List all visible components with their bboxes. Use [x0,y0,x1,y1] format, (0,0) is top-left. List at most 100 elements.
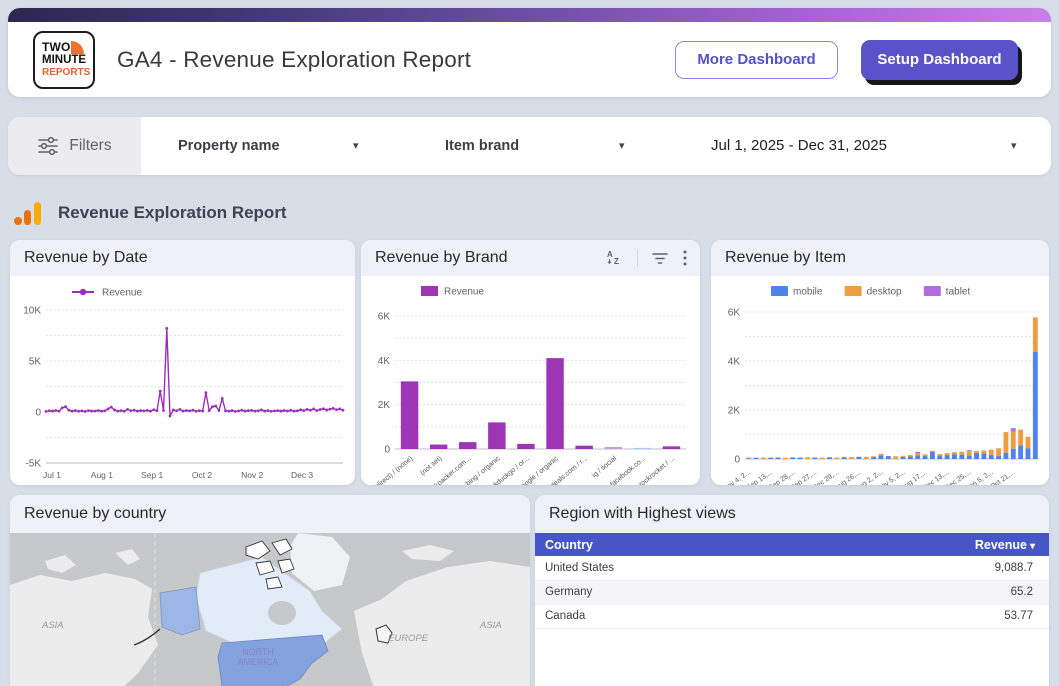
section-header: Revenue Exploration Report [14,196,287,230]
revenue-by-item-chart[interactable]: 0 2K 4K 6K Nov 4, 2...Sep 13,...Sep 28,...Se… [711,276,1049,485]
two-minute-reports-logo: TWO MINUTE REPORTS [33,31,95,89]
svg-text:Sep 27,...: Sep 27,... [790,469,819,485]
svg-text:Aug 26,...: Aug 26,... [834,469,863,485]
page-title: GA4 - Revenue Exploration Report [117,47,471,73]
country-cell: Germany [535,580,799,604]
svg-text:mobile: mobile [793,287,823,298]
map-label-asia-right: ASIA [479,620,502,631]
filters-chip[interactable]: Filters [8,117,141,175]
revenue-by-country-card: Revenue by country [10,495,530,686]
svg-text:Aug 1: Aug 1 [91,470,113,480]
svg-text:tablet: tablet [946,287,971,298]
header-gradient-strip [8,8,1051,22]
google-analytics-icon [14,202,41,225]
revenue-by-date-header: Revenue by Date [10,240,355,276]
revenue-by-country-header: Revenue by country [10,495,530,533]
revenue-by-brand-chart[interactable]: 02K4K6K(direct) / (none)(not set)backpac… [361,276,700,485]
svg-text:A: A [607,250,613,259]
svg-text:5K: 5K [29,357,42,368]
logo-text-reports: REPORTS [42,67,93,79]
svg-text:6K: 6K [728,308,741,319]
svg-text:Nov 2: Nov 2 [241,470,263,480]
svg-text:Dec 3: Dec 3 [291,470,313,480]
map-label-europe: EUROPE [388,633,429,644]
more-dashboard-button[interactable]: More Dashboard [675,41,838,79]
dashboard-page: TWO MINUTE REPORTS GA4 - Revenue Explora… [0,0,1059,686]
country-cell: United States [535,556,799,580]
svg-text:(not set): (not set) [419,455,443,477]
svg-text:Oct 21,...: Oct 21,... [989,469,1016,485]
svg-text:Dec 13,...: Dec 13,... [922,469,951,485]
svg-text:Nov 4, 2...: Nov 4, 2... [722,469,752,485]
svg-text:Sep 13,...: Sep 13,... [746,469,775,485]
column-header-revenue[interactable]: Revenue▾ [799,533,1049,556]
svg-text:4K: 4K [728,357,741,368]
svg-text:(direct) / (none): (direct) / (none) [373,455,414,485]
section-title: Revenue Exploration Report [58,203,287,223]
svg-text:Jul 1: Jul 1 [43,470,61,480]
table-row[interactable]: Canada 53.77 [535,604,1049,628]
svg-text:desktop: desktop [867,287,902,298]
revenue-by-item-card: Revenue by Item 0 2K 4K 6K Nov 4, 2...Sep 13… [711,240,1049,485]
map-label-north-america-2: AMERICA [237,657,278,667]
svg-text:Sep 1: Sep 1 [141,470,163,480]
app-header: TWO MINUTE REPORTS GA4 - Revenue Explora… [8,8,1051,97]
property-name-filter[interactable]: Property name [178,117,280,175]
region-highest-views-card: Region with Highest views Country Revenu… [535,495,1049,686]
column-header-country[interactable]: Country [535,533,799,556]
svg-text:ig / social: ig / social [591,455,618,479]
svg-text:6K: 6K [378,312,391,323]
svg-text:0: 0 [734,455,740,466]
revenue-cell: 9,088.7 [799,556,1049,580]
kebab-menu-icon[interactable] [682,249,688,267]
revenue-by-date-chart[interactable]: 10K5K0-5KJul 1Aug 1Sep 1Oct 2Nov 2Dec 3R… [10,276,355,485]
svg-text:Dec 29,...: Dec 29,... [812,469,841,485]
revenue-by-item-header: Revenue by Item [711,240,1049,276]
revenue-cell: 65.2 [799,580,1049,604]
filter-funnel-icon[interactable] [651,250,669,266]
svg-text:Revenue: Revenue [102,288,142,299]
map-label-north-america-1: NORTH [242,647,274,657]
regions-table: Country Revenue▾ United States 9,088.7 G… [535,533,1049,629]
svg-text:0: 0 [35,408,41,419]
item-brand-caret-icon[interactable]: ▾ [619,117,625,175]
property-name-caret-icon[interactable]: ▾ [353,117,359,175]
revenue-cell: 53.77 [799,604,1049,628]
svg-text:2K: 2K [378,400,391,411]
revenue-by-item-title: Revenue by Item [725,249,846,267]
region-highest-views-header: Region with Highest views [535,495,1049,533]
revenue-by-brand-title: Revenue by Brand [375,249,508,267]
filters-bar: Filters Property name ▾ Item brand ▾ Jul… [8,117,1051,175]
svg-text:2K: 2K [728,406,741,417]
country-cell: Canada [535,604,799,628]
logo-text-minute: MINUTE [42,54,93,67]
regions-table-body: Country Revenue▾ United States 9,088.7 G… [535,533,1049,686]
svg-text:Dec 25,...: Dec 25,... [944,469,973,485]
svg-text:Oct 2: Oct 2 [192,470,213,480]
toolbar-divider [637,249,638,267]
svg-text:0: 0 [384,445,390,456]
table-header-row: Country Revenue▾ [535,533,1049,556]
revenue-by-country-title: Revenue by country [24,505,166,523]
table-row[interactable]: Germany 65.2 [535,580,1049,604]
date-range-caret-icon[interactable]: ▾ [1011,117,1017,175]
item-brand-filter[interactable]: Item brand [445,117,519,175]
svg-text:10K: 10K [23,306,41,317]
world-map-chart[interactable]: ASIA ASIA EUROPE NORTH AMERICA [10,533,530,686]
revenue-by-date-title: Revenue by Date [24,249,148,267]
table-row[interactable]: United States 9,088.7 [535,556,1049,580]
sort-desc-icon[interactable]: ▾ [1030,541,1035,552]
filters-label: Filters [69,137,111,155]
revenue-by-brand-header: Revenue by Brand A Z [361,240,700,276]
date-range-filter[interactable]: Jul 1, 2025 - Dec 31, 2025 [668,117,930,175]
svg-text:Z: Z [614,257,619,266]
revenue-by-brand-card: Revenue by Brand A Z [361,240,700,485]
svg-text:Sep 28,...: Sep 28,... [768,469,797,485]
logo-text-two: TWO [42,41,93,54]
svg-text:4K: 4K [378,356,391,367]
setup-dashboard-button[interactable]: Setup Dashboard [861,40,1018,80]
svg-text:Revenue: Revenue [444,287,484,298]
sort-az-icon[interactable]: A Z [604,249,624,267]
filter-sliders-icon [37,136,59,156]
world-map: ASIA ASIA EUROPE NORTH AMERICA [10,533,530,686]
